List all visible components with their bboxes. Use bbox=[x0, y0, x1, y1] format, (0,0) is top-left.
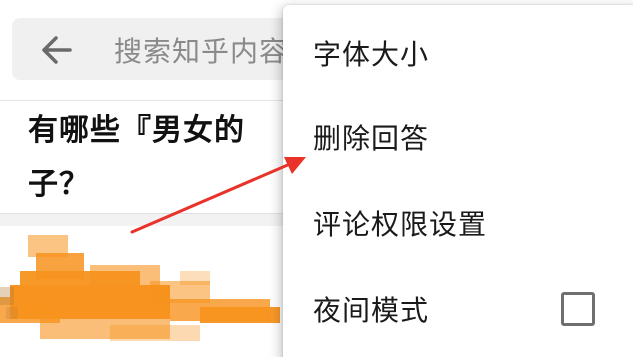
search-input[interactable]: 搜索知乎内容 bbox=[114, 30, 288, 70]
menu-item-comment-permissions[interactable]: 评论权限设置 bbox=[283, 183, 633, 267]
menu-item-label: 字体大小 bbox=[313, 38, 430, 71]
redacted-mosaic bbox=[0, 235, 280, 341]
menu-item-label: 夜间模式 bbox=[313, 294, 430, 327]
overflow-menu: 字体大小 删除回答 评论权限设置 夜间模式 bbox=[283, 5, 633, 357]
checkbox-icon[interactable] bbox=[561, 292, 595, 326]
menu-item-night-mode[interactable]: 夜间模式 bbox=[283, 269, 633, 353]
menu-item-label: 评论权限设置 bbox=[313, 208, 488, 241]
back-arrow-icon[interactable] bbox=[40, 35, 72, 65]
screen: 搜索知乎内容 有哪些『男女的 子？ 字体大小 删除回答 评论权限设置 夜间模式 bbox=[0, 0, 633, 357]
menu-item-label: 删除回答 bbox=[313, 122, 430, 155]
menu-item-delete-answer[interactable]: 删除回答 bbox=[283, 97, 633, 181]
menu-item-font-size[interactable]: 字体大小 bbox=[283, 13, 633, 97]
